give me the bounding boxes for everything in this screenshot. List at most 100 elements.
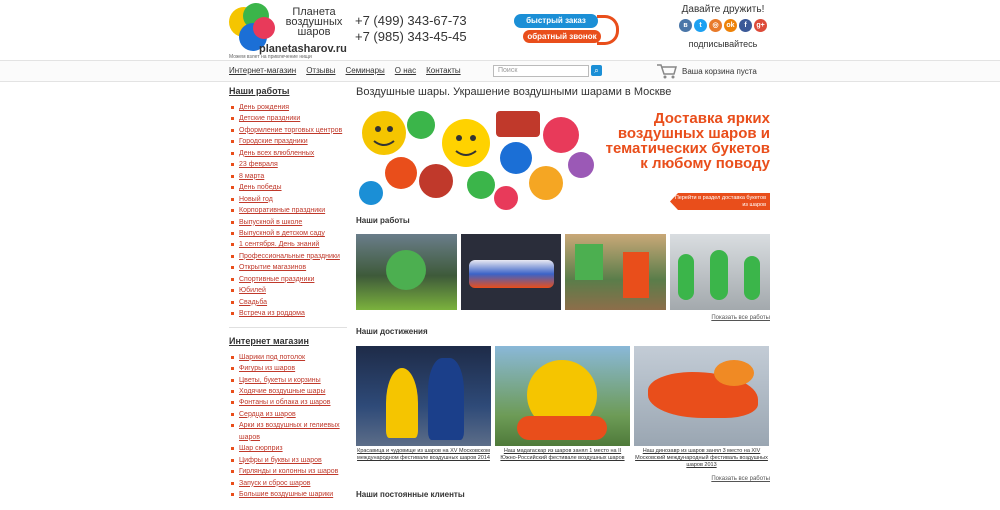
sidebar-list-item[interactable]: Запуск и сброс шаров — [229, 478, 349, 489]
sidebar-list-item[interactable]: День победы — [229, 182, 349, 193]
sidebar-list-item[interactable]: Сердца из шаров — [229, 409, 349, 420]
googleplus-icon[interactable]: g+ — [754, 19, 767, 32]
sidebar-link[interactable]: Большие воздушные шарики — [239, 491, 333, 498]
achievement-card[interactable]: Красавица и чудовище из шаров на XV Моск… — [356, 346, 491, 469]
sidebar-link[interactable]: Выпускной в школе — [239, 219, 302, 226]
sidebar-link[interactable]: Гирлянды и колонны из шаров — [239, 468, 338, 475]
sidebar-link[interactable]: 8 марта — [239, 173, 264, 180]
sidebar-list-item[interactable]: 1 сентября. День знаний — [229, 239, 349, 250]
sidebar-link[interactable]: Цифры и буквы из шаров — [239, 457, 322, 464]
work-photo[interactable] — [460, 234, 561, 310]
achievement-caption[interactable]: Красавица и чудовище из шаров на XV Моск… — [356, 448, 491, 462]
sidebar-list-item[interactable]: Свадьба — [229, 297, 349, 308]
sidebar-list-item[interactable]: Фигуры из шаров — [229, 363, 349, 374]
sidebar-list-item[interactable]: Ходячие воздушные шары — [229, 386, 349, 397]
order-box[interactable]: быстрый заказ обратный звонок — [513, 13, 621, 47]
achievements-show-all-link[interactable]: Показать все работы — [711, 476, 770, 482]
nav-contacts[interactable]: Контакты — [426, 66, 461, 75]
work-photo[interactable] — [669, 234, 770, 310]
sidebar-list-item[interactable]: Выпускной в школе — [229, 217, 349, 228]
sidebar-link[interactable]: Новый год — [239, 196, 273, 203]
achievement-caption[interactable]: Наш мадагаскар из шаров занял 1 место на… — [495, 448, 630, 462]
nav-about[interactable]: О нас — [395, 66, 416, 75]
facebook-icon[interactable]: f — [739, 19, 752, 32]
sidebar-link[interactable]: 1 сентября. День знаний — [239, 241, 319, 248]
vk-icon[interactable]: в — [679, 19, 692, 32]
sidebar-list-item[interactable]: 23 февраля — [229, 159, 349, 170]
sidebar-list-item[interactable]: Гирлянды и колонны из шаров — [229, 466, 349, 477]
sidebar-list-item[interactable]: Корпоративные праздники — [229, 205, 349, 216]
sidebar-link[interactable]: День рождения — [239, 104, 289, 111]
sidebar-list-item[interactable]: Новый год — [229, 194, 349, 205]
sidebar-link[interactable]: День победы — [239, 184, 282, 191]
twitter-icon[interactable]: t — [694, 19, 707, 32]
sidebar-link[interactable]: Выпускной в детском саду — [239, 230, 325, 237]
sidebar-link[interactable]: Арки из воздушных и гелиевых шаров — [239, 422, 340, 440]
callback-button[interactable]: обратный звонок — [523, 30, 601, 43]
sidebar-list-item[interactable]: Открытие магазинов — [229, 262, 349, 273]
sidebar-link[interactable]: Встреча из роддома — [239, 310, 305, 317]
sidebar-link[interactable]: Фонтаны и облака из шаров — [239, 399, 331, 406]
banner-button[interactable]: Перейти в раздел доставка букетов из шар… — [670, 193, 770, 210]
sidebar-link[interactable]: Шарики под потолок — [239, 354, 305, 361]
sidebar-link[interactable]: Детские праздники — [239, 115, 300, 122]
sidebar-list-item[interactable]: Цифры и буквы из шаров — [229, 455, 349, 466]
sidebar-list-item[interactable]: Арки из воздушных и гелиевых шаров — [229, 420, 349, 443]
logo[interactable]: Планета воздушных шаров planetasharov.ru… — [229, 3, 349, 60]
sidebar-link[interactable]: Ходячие воздушные шары — [239, 388, 325, 395]
sidebar-list-item[interactable]: Городские праздники — [229, 136, 349, 147]
sidebar-list-item[interactable]: Большие воздушные шарики — [229, 489, 349, 500]
sidebar-link[interactable]: Профессиональные праздники — [239, 253, 340, 260]
sidebar-list-item[interactable]: Цветы, букеты и корзины — [229, 375, 349, 386]
sidebar-list-item[interactable]: Встреча из роддома — [229, 308, 349, 319]
sidebar-list-item[interactable]: День рождения — [229, 102, 349, 113]
sidebar-link[interactable]: Фигуры из шаров — [239, 365, 295, 372]
sidebar-works-title[interactable]: Наши работы — [229, 86, 349, 96]
instagram-icon[interactable]: ◎ — [709, 19, 722, 32]
sidebar-link[interactable]: Юбилей — [239, 287, 266, 294]
sidebar-link[interactable]: Цветы, букеты и корзины — [239, 377, 321, 384]
sidebar-list-item[interactable]: Шар сюрприз — [229, 443, 349, 454]
sidebar-list-item[interactable]: Шарики под потолок — [229, 352, 349, 363]
sidebar-list-item[interactable]: Юбилей — [229, 285, 349, 296]
sidebar-link[interactable]: Свадьба — [239, 299, 267, 306]
sidebar-link[interactable]: Корпоративные праздники — [239, 207, 325, 214]
delivery-banner[interactable]: Доставка ярких воздушных шаров и тематич… — [356, 103, 770, 211]
work-photo[interactable] — [565, 234, 666, 310]
nav-reviews[interactable]: Отзывы — [306, 66, 335, 75]
cart-icon[interactable] — [656, 63, 678, 79]
phone-2[interactable]: +7 (985) 343-45-45 — [355, 29, 467, 45]
sidebar-link[interactable]: Открытие магазинов — [239, 264, 306, 271]
sidebar-link[interactable]: Оформление торговых центров — [239, 127, 342, 134]
sidebar-list-item[interactable]: Выпускной в детском саду — [229, 228, 349, 239]
search-icon[interactable]: ⌕ — [591, 65, 602, 76]
nav-shop[interactable]: Интернет-магазин — [229, 66, 296, 75]
social-subscribe[interactable]: подписывайтесь — [675, 39, 771, 49]
quick-order-button[interactable]: быстрый заказ — [514, 14, 598, 28]
search-input[interactable]: Поиск — [493, 65, 589, 77]
sidebar-link[interactable]: Спортивные праздники — [239, 276, 314, 283]
work-photo[interactable] — [356, 234, 457, 310]
sidebar-link[interactable]: Запуск и сброс шаров — [239, 480, 310, 487]
sidebar-list-item[interactable]: День всех влюбленных — [229, 148, 349, 159]
phone-1[interactable]: +7 (499) 343-67-73 — [355, 13, 467, 29]
sidebar-link[interactable]: День всех влюбленных — [239, 150, 314, 157]
nav-seminars[interactable]: Семинары — [346, 66, 385, 75]
achievement-caption[interactable]: Наш динозавр из шаров занял 3 место на X… — [634, 448, 769, 469]
sidebar-link[interactable]: 23 февраля — [239, 161, 278, 168]
sidebar-list-item[interactable]: 8 марта — [229, 171, 349, 182]
sidebar-link[interactable]: Городские праздники — [239, 138, 308, 145]
sidebar-list-item[interactable]: Спортивные праздники — [229, 274, 349, 285]
sidebar-link[interactable]: Сердца из шаров — [239, 411, 296, 418]
works-show-all-link[interactable]: Показать все работы — [711, 315, 770, 321]
sidebar-link[interactable]: Шар сюрприз — [239, 445, 283, 452]
cart-status[interactable]: Ваша корзина пуста — [682, 67, 757, 76]
sidebar-shop-title[interactable]: Интернет магазин — [229, 336, 349, 346]
odnoklassniki-icon[interactable]: ok — [724, 19, 737, 32]
achievement-card[interactable]: Наш динозавр из шаров занял 3 место на X… — [634, 346, 769, 469]
sidebar-list-item[interactable]: Фонтаны и облака из шаров — [229, 397, 349, 408]
achievement-card[interactable]: Наш мадагаскар из шаров занял 1 место на… — [495, 346, 630, 469]
sidebar-list-item[interactable]: Детские праздники — [229, 113, 349, 124]
sidebar-list-item[interactable]: Оформление торговых центров — [229, 125, 349, 136]
sidebar-list-item[interactable]: Профессиональные праздники — [229, 251, 349, 262]
